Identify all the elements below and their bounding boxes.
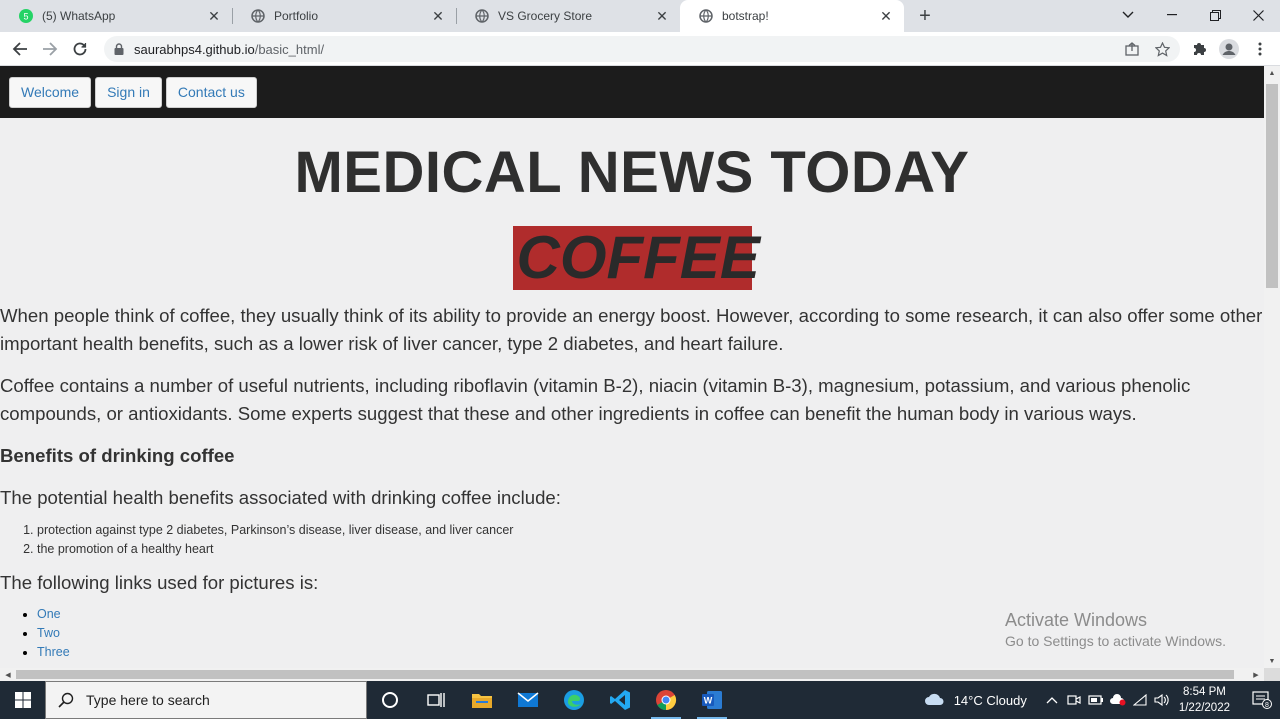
tab-title: Portfolio [274, 9, 319, 23]
tab-strip: 5 (5) WhatsApp ✕ Portfolio ✕ VS Grocery … [0, 0, 1280, 32]
scroll-down-arrow-icon[interactable]: ▼ [1264, 654, 1280, 668]
chrome-icon[interactable] [643, 681, 689, 719]
file-explorer-icon[interactable] [459, 681, 505, 719]
close-window-icon[interactable] [1236, 0, 1280, 30]
meet-now-icon[interactable] [1063, 681, 1085, 719]
activate-windows-watermark: Activate Windows Go to Settings to activ… [1005, 609, 1226, 651]
tab-whatsapp[interactable]: 5 (5) WhatsApp ✕ [0, 0, 232, 32]
notification-center-icon[interactable]: 8 [1244, 681, 1280, 719]
task-view-icon[interactable] [413, 681, 459, 719]
word-icon[interactable]: W [689, 681, 735, 719]
back-arrow-icon[interactable] [8, 37, 32, 61]
close-icon[interactable]: ✕ [206, 8, 222, 24]
bookmark-star-icon[interactable] [1154, 41, 1170, 57]
taskbar-clock[interactable]: 8:54 PM 1/22/2022 [1179, 684, 1230, 716]
tab-search-chevron-icon[interactable] [1106, 0, 1150, 30]
scroll-right-arrow-icon[interactable]: ▶ [1248, 668, 1264, 681]
nav-welcome-button[interactable]: Welcome [9, 76, 92, 108]
tab-title: VS Grocery Store [498, 9, 593, 23]
svg-text:5: 5 [23, 12, 28, 22]
restore-icon[interactable] [1193, 0, 1237, 30]
vscode-icon[interactable] [597, 681, 643, 719]
battery-icon[interactable] [1085, 681, 1107, 719]
page-viewport: Welcome Sign in Contact us MEDICAL NEWS … [0, 66, 1264, 668]
url-host: saurabhps4.github.io [134, 41, 255, 57]
cloud-icon [924, 692, 946, 709]
speaker-icon[interactable] [1151, 681, 1173, 719]
share-icon[interactable] [1124, 41, 1140, 57]
lock-icon[interactable] [114, 43, 124, 55]
list-item: the promotion of a healthy heart [37, 540, 1264, 559]
search-placeholder: Type here to search [86, 692, 210, 708]
scroll-left-arrow-icon[interactable]: ◀ [0, 668, 16, 681]
globe-icon [698, 8, 714, 24]
link-two[interactable]: Two [37, 626, 60, 640]
profile-avatar-icon[interactable] [1217, 37, 1241, 61]
globe-icon [474, 8, 490, 24]
watermark-title: Activate Windows [1005, 610, 1148, 630]
edge-icon[interactable] [551, 681, 597, 719]
kebab-menu-icon[interactable] [1248, 37, 1272, 61]
svg-text:W: W [704, 696, 713, 706]
link-three[interactable]: Three [37, 645, 70, 659]
mail-icon[interactable] [505, 681, 551, 719]
windows-start-icon[interactable] [0, 681, 45, 719]
scroll-up-arrow-icon[interactable]: ▲ [1264, 66, 1280, 80]
chevron-up-icon[interactable] [1041, 681, 1063, 719]
svg-text:8: 8 [1265, 702, 1269, 709]
search-icon [58, 692, 74, 708]
close-icon[interactable]: ✕ [654, 8, 670, 24]
close-icon[interactable]: ✕ [878, 8, 894, 24]
extensions-puzzle-icon[interactable] [1187, 37, 1211, 61]
scrollbar-corner [1264, 668, 1280, 681]
tab-portfolio[interactable]: Portfolio ✕ [232, 0, 456, 32]
address-bar[interactable]: saurabhps4.github.io/basic_html/ [104, 36, 1180, 62]
nav-contact-us-button[interactable]: Contact us [165, 76, 257, 108]
benefits-list: protection against type 2 diabetes, Park… [0, 521, 1264, 559]
weather-text: 14°C Cloudy [953, 692, 1027, 708]
cortana-icon[interactable] [367, 681, 413, 719]
benefits-intro: The potential health benefits associated… [0, 487, 561, 508]
vertical-scroll-thumb[interactable] [1266, 84, 1278, 288]
intro-paragraph-1: When people think of coffee, they usuall… [0, 305, 1263, 354]
whatsapp-icon: 5 [18, 8, 34, 24]
vertical-scrollbar[interactable]: ▲ ▼ [1264, 66, 1280, 668]
weather-widget[interactable]: 14°C Cloudy [924, 692, 1027, 709]
watermark-subtitle: Go to Settings to activate Windows. [1005, 633, 1226, 649]
new-tab-button[interactable]: + [914, 5, 936, 27]
tab-title: (5) WhatsApp [42, 9, 116, 23]
page-headline: MEDICAL NEWS TODAY [294, 140, 970, 205]
benefits-heading: Benefits of drinking coffee [0, 445, 235, 466]
coffee-banner: COFFEE [512, 226, 760, 290]
banner-wrap: COFFEE [0, 226, 1264, 292]
close-icon[interactable]: ✕ [430, 8, 446, 24]
list-item: protection against type 2 diabetes, Park… [37, 521, 1264, 540]
clock-date: 1/22/2022 [1178, 702, 1230, 714]
links-heading: The following links used for pictures is… [0, 572, 319, 593]
forward-arrow-icon[interactable] [38, 37, 62, 61]
minimize-icon[interactable] [1150, 0, 1194, 30]
onedrive-error-icon[interactable] [1107, 681, 1129, 719]
system-tray: 14°C Cloudy 8:54 PM 1/22/2022 8 [924, 681, 1280, 719]
tab-botstrap[interactable]: botstrap! ✕ [680, 0, 904, 32]
windows-taskbar: Type here to search W 14°C Cloudy 8:54 P… [0, 681, 1280, 719]
horizontal-scroll-thumb[interactable] [16, 670, 1234, 679]
site-navbar: Welcome Sign in Contact us [0, 66, 1264, 118]
link-one[interactable]: One [37, 607, 61, 621]
globe-icon [250, 8, 266, 24]
wifi-icon[interactable] [1129, 681, 1151, 719]
taskbar-search-box[interactable]: Type here to search [45, 681, 367, 719]
url-path: /basic_html/ [254, 41, 325, 57]
horizontal-scrollbar[interactable]: ◀ ▶ [0, 668, 1264, 681]
nav-sign-in-button[interactable]: Sign in [95, 76, 162, 108]
tab-vs-grocery-store[interactable]: VS Grocery Store ✕ [456, 0, 680, 32]
intro-paragraph-2: Coffee contains a number of useful nutri… [0, 375, 1191, 424]
reload-icon[interactable] [68, 37, 92, 61]
clock-time: 8:54 PM [1183, 686, 1226, 698]
browser-toolbar: saurabhps4.github.io/basic_html/ [0, 32, 1280, 66]
tab-title: botstrap! [722, 9, 769, 23]
